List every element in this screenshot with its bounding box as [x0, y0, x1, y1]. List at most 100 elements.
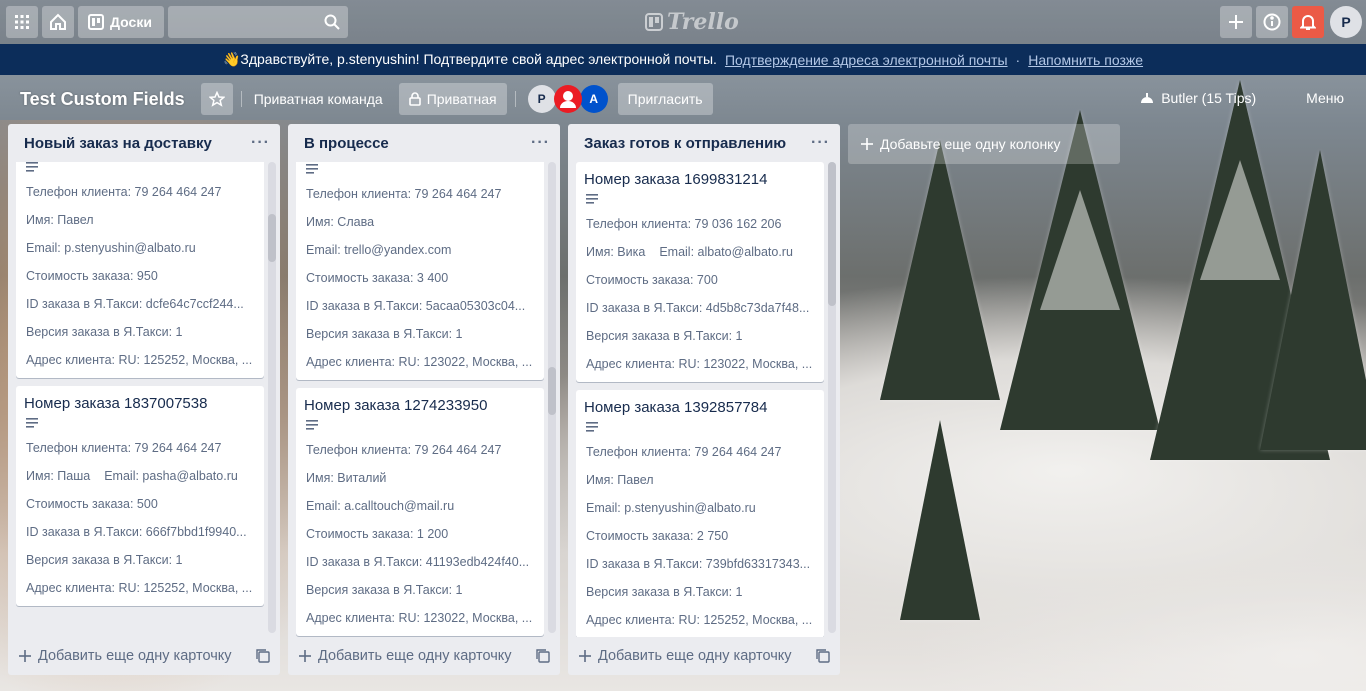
butler-button[interactable]: Butler (15 Tips) [1139, 90, 1256, 106]
list-scrollbar[interactable] [268, 162, 276, 633]
description-icon [306, 164, 318, 174]
apps-button[interactable] [6, 6, 38, 38]
create-button[interactable] [1220, 6, 1252, 38]
trello-logo-icon [645, 13, 663, 31]
butler-label: Butler (15 Tips) [1161, 90, 1257, 106]
list-title[interactable]: Заказ готов к отправлению [584, 135, 786, 152]
card-version: Версия заказа в Я.Такси: 1 [306, 327, 463, 341]
member-avatar-red[interactable] [553, 85, 582, 113]
card-name: Имя: Павел [586, 473, 654, 487]
card[interactable]: Номер заказа 1699831214 Телефон клиента:… [576, 162, 824, 382]
plus-icon [1229, 15, 1243, 29]
card-version: Версия заказа в Я.Такси: 1 [306, 583, 463, 597]
add-card-label: Добавить еще одну карточку [38, 648, 232, 664]
card-address: Адрес клиента: RU: 123022, Москва, ... [306, 355, 533, 369]
member-avatar-a[interactable]: A [579, 85, 608, 113]
card[interactable]: Номер заказа 1392857784 Телефон клиента:… [576, 390, 824, 637]
card-cost: Стоимость заказа: 2 750 [586, 529, 729, 543]
butler-icon [1141, 93, 1154, 103]
invite-button[interactable]: Пригласить [617, 83, 713, 115]
add-card-button[interactable]: Добавить еще одну карточку [578, 648, 792, 664]
banner-greeting: 👋Здравствуйте, p.stenyushin! Подтвердите… [222, 51, 717, 67]
lock-icon [408, 92, 421, 106]
card-email: Email: a.calltouch@mail.ru [306, 499, 455, 513]
confirm-email-link[interactable]: Подтверждение адреса электронной почты [725, 52, 1008, 68]
list-footer: Добавить еще одну карточку [568, 637, 840, 675]
user-avatar[interactable]: P [1330, 6, 1362, 38]
add-list-label: Добавьте еще одну колонку [880, 136, 1061, 152]
add-card-label: Добавить еще одну карточку [318, 648, 512, 664]
list-new-orders: Новый заказ на доставку ··· Телефон клие… [8, 124, 280, 675]
card-name: Имя: Слава [306, 215, 375, 229]
scrollbar-thumb[interactable] [828, 162, 836, 306]
scrollbar-thumb[interactable] [268, 214, 276, 262]
list-cards: Телефон клиента: 79 264 464 247 Имя: Пав… [8, 162, 280, 637]
card-phone: Телефон клиента: 79 264 464 247 [586, 445, 782, 459]
card-address: Адрес клиента: RU: 125252, Москва, ... [26, 581, 253, 595]
add-card-button[interactable]: Добавить еще одну карточку [298, 648, 512, 664]
menu-button[interactable]: Меню [1306, 90, 1344, 106]
plus-icon [579, 650, 591, 662]
card-order-id: ID заказа в Я.Такси: 666f7bbd1f9940... [26, 525, 247, 539]
list-in-progress: В процессе ··· Телефон клиента: 79 264 4… [288, 124, 560, 675]
list-menu-button[interactable]: ··· [531, 134, 550, 152]
card-name-email-row: Имя: Вика Email: albato@albato.ru [584, 238, 814, 266]
list-title[interactable]: В процессе [304, 135, 389, 152]
card-version: Версия заказа в Я.Такси: 1 [26, 553, 183, 567]
card-name: Имя: Виталий [306, 471, 387, 485]
logo-text: Trello [667, 9, 739, 35]
card-phone: Телефон клиента: 79 264 464 247 [306, 443, 502, 457]
card-template-icon[interactable] [256, 649, 270, 663]
card-template-icon[interactable] [816, 649, 830, 663]
list-title[interactable]: Новый заказ на доставку [24, 135, 212, 152]
notifications-button[interactable] [1292, 6, 1324, 38]
list-header[interactable]: Заказ готов к отправлению ··· [568, 124, 840, 162]
list-menu-button[interactable]: ··· [251, 134, 270, 152]
card[interactable]: Номер заказа 1274233950 Телефон клиента:… [296, 388, 544, 636]
visibility-button[interactable]: Приватная [398, 83, 507, 115]
card-name: Имя: Вика [586, 245, 646, 259]
list-menu-button[interactable]: ··· [811, 134, 830, 152]
search-icon [324, 14, 340, 30]
card-address: Адрес клиента: RU: 123022, Москва, ... [586, 357, 813, 371]
card-title: Номер заказа 1392857784 [584, 399, 768, 416]
card[interactable]: Номер заказа 1837007538 Телефон клиента:… [16, 386, 264, 606]
list-header[interactable]: Новый заказ на доставку ··· [8, 124, 280, 162]
add-card-button[interactable]: Добавить еще одну карточку [18, 648, 232, 664]
separator [514, 91, 516, 107]
home-button[interactable] [42, 6, 74, 38]
card-version: Версия заказа в Я.Такси: 1 [26, 325, 183, 339]
card-order-id: ID заказа в Я.Такси: dcfe64c7ccf244... [26, 297, 244, 311]
card[interactable]: Телефон клиента: 79 264 464 247 Имя: Сла… [296, 162, 544, 380]
card-email: Email: pasha@albato.ru [104, 469, 238, 483]
star-icon [208, 91, 225, 107]
description-icon [586, 422, 598, 432]
description-icon [586, 194, 598, 204]
card-order-id: ID заказа в Я.Такси: 41193edb424f40... [306, 555, 530, 569]
list-scrollbar[interactable] [548, 162, 556, 633]
board-title[interactable]: Test Custom Fields [20, 89, 185, 110]
description-icon [26, 162, 38, 172]
trello-logo[interactable]: Trello [645, 9, 739, 35]
grid-icon [15, 15, 29, 29]
card[interactable]: Телефон клиента: 79 264 464 247 Имя: Пав… [16, 162, 264, 378]
plus-icon [19, 650, 31, 662]
boards-button[interactable]: Доски [78, 6, 164, 38]
scrollbar-thumb[interactable] [548, 367, 556, 415]
list-scrollbar[interactable] [828, 162, 836, 633]
member-avatar-p[interactable]: P [527, 85, 556, 113]
star-button[interactable] [200, 83, 233, 115]
card-cost: Стоимость заказа: 3 400 [306, 271, 449, 285]
info-button[interactable] [1256, 6, 1288, 38]
remind-later-link[interactable]: Напомнить позже [1028, 52, 1143, 68]
description-icon [306, 420, 318, 430]
search-input[interactable] [168, 6, 348, 38]
card-phone: Телефон клиента: 79 264 464 247 [306, 187, 502, 201]
team-button[interactable]: Приватная команда [254, 91, 383, 107]
card-template-icon[interactable] [536, 649, 550, 663]
boards-label: Доски [110, 14, 152, 30]
search-field[interactable] [168, 6, 348, 38]
add-list-button[interactable]: Добавьте еще одну колонку [848, 124, 1120, 164]
list-header[interactable]: В процессе ··· [288, 124, 560, 162]
card-phone: Телефон клиента: 79 264 464 247 [26, 185, 222, 199]
